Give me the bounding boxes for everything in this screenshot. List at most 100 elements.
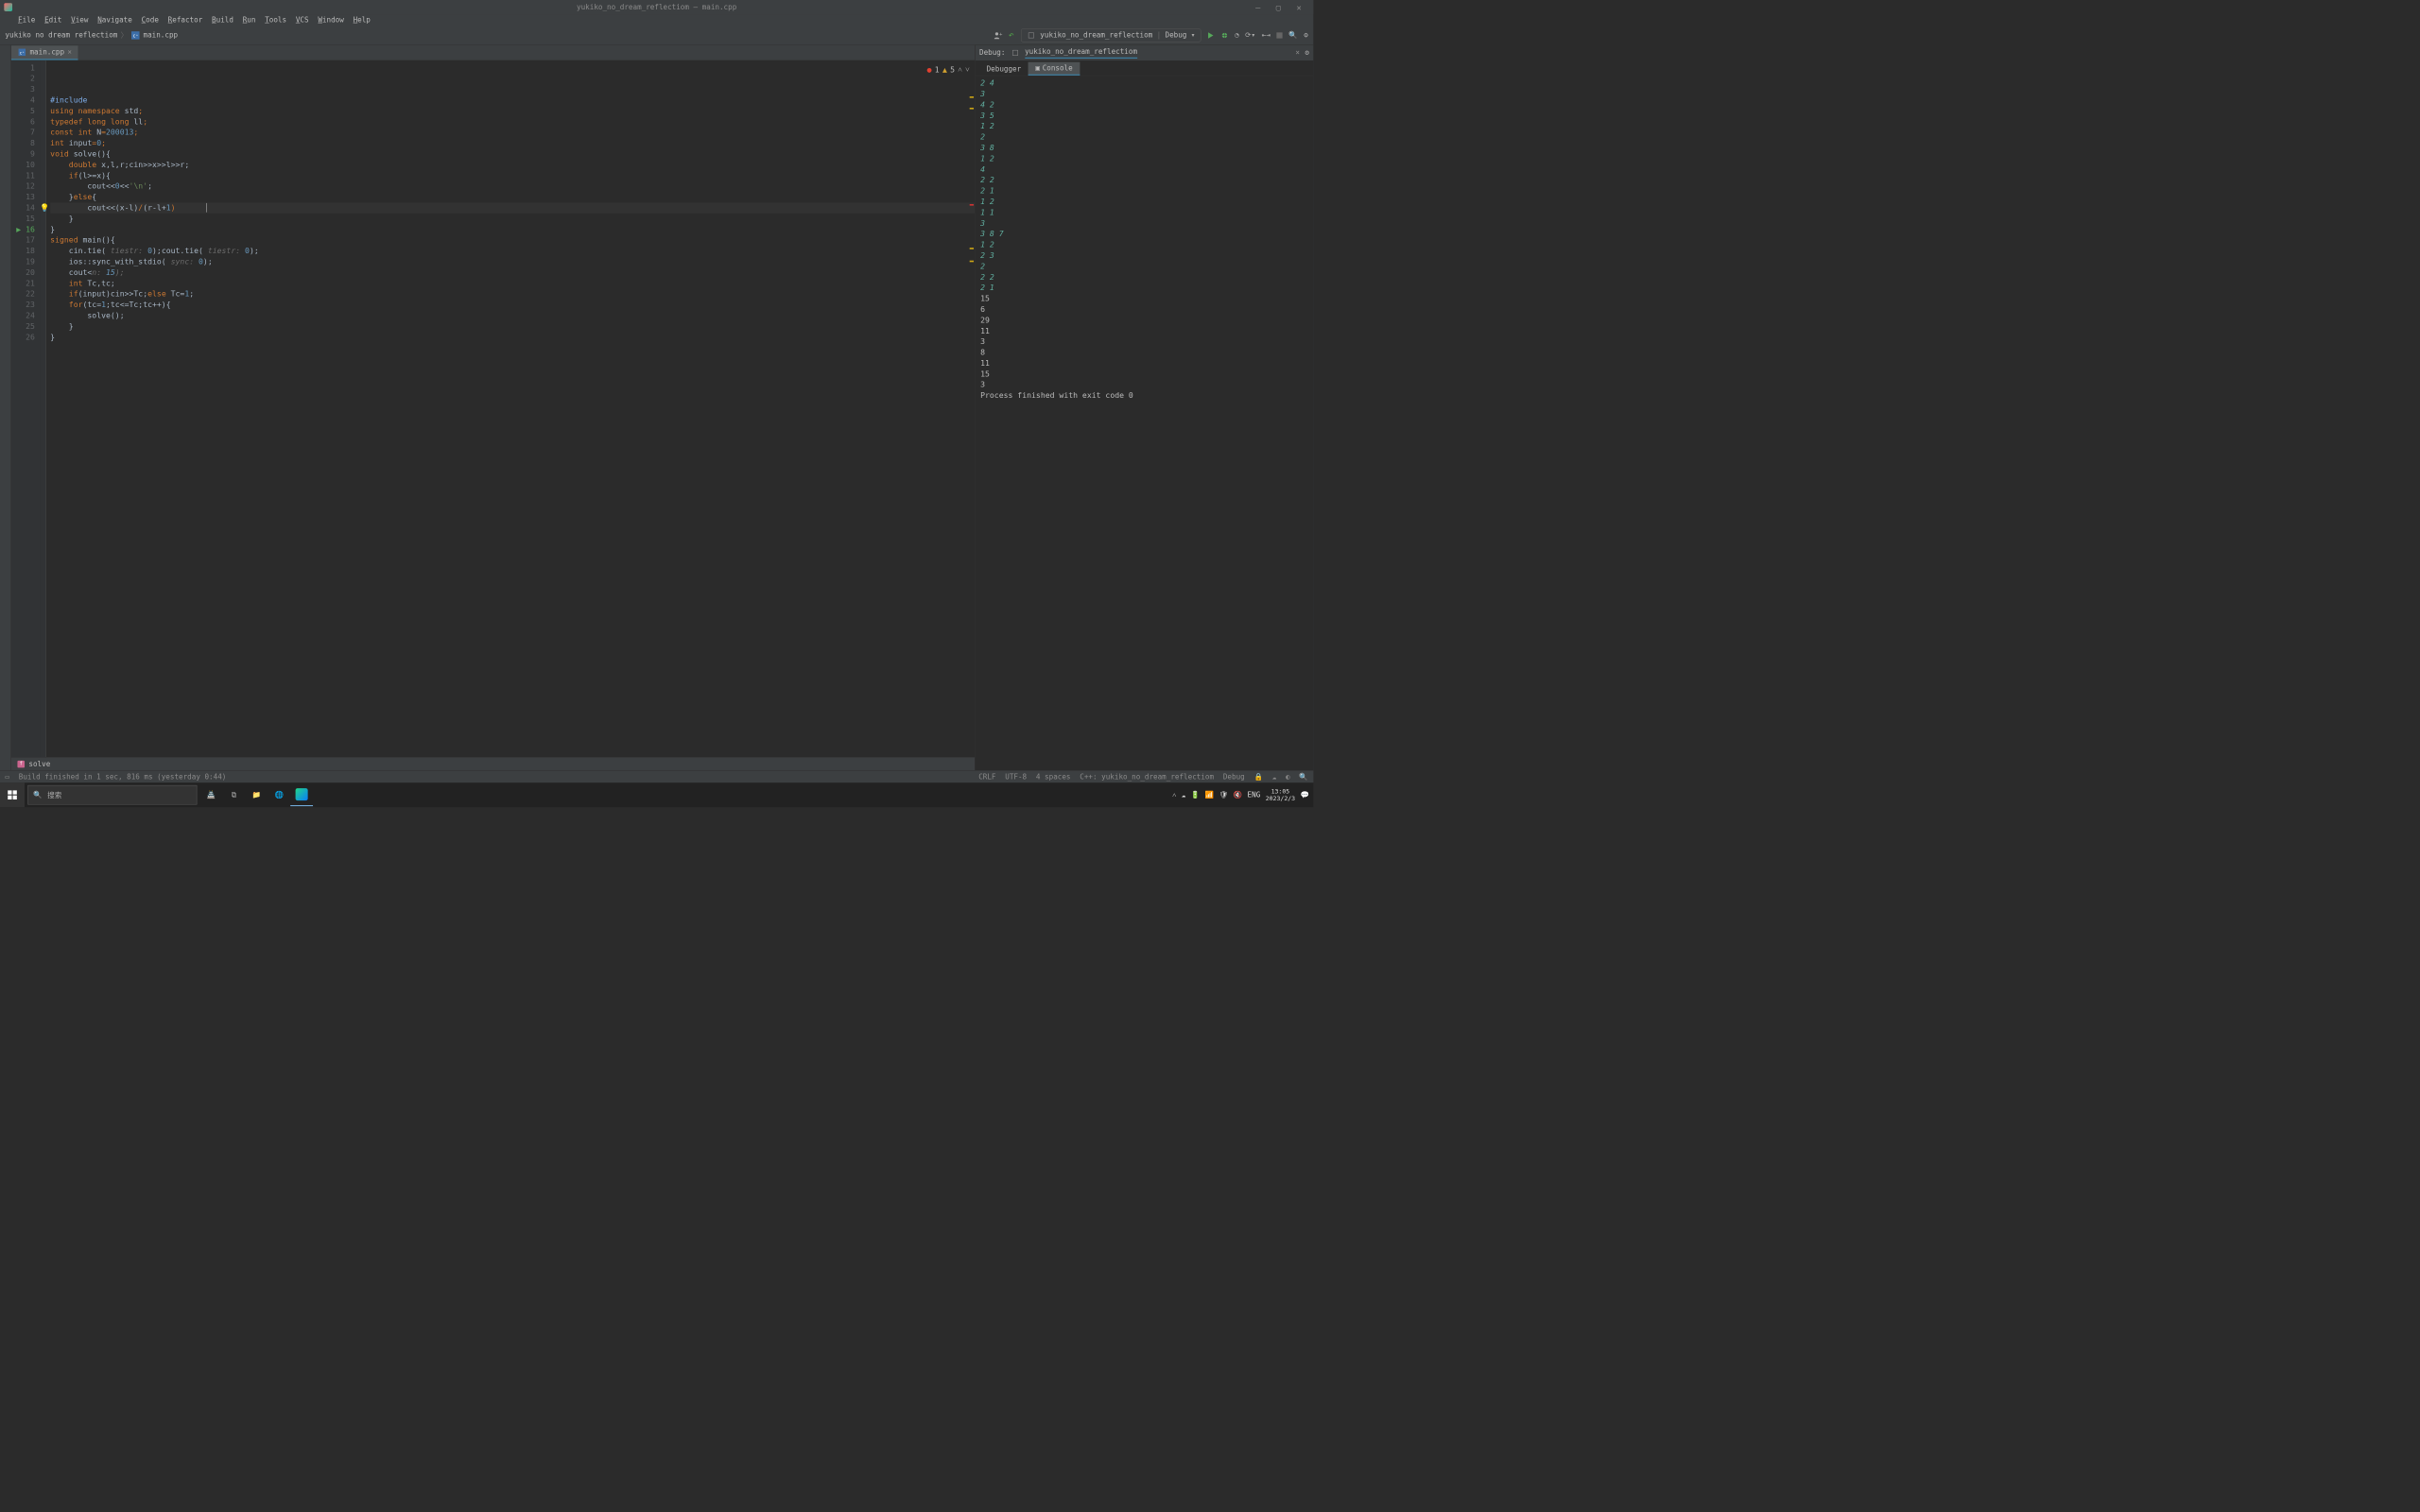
code-area[interactable]: ●1 ▲5 ˄ ˅ #includeusing namespace std;ty… [46,60,975,757]
code-line[interactable]: cin.tie( tiestr: 0);cout.tie( tiestr: 0)… [50,246,975,256]
status-mode[interactable]: Debug [1223,773,1245,782]
add-user-icon[interactable]: + [993,30,1002,40]
system-tray[interactable]: ˄ ☁ 🔋 📶 🛡 🔇 ENG 13:052023/2/3 💬 [1172,788,1313,802]
taskbar-task-view[interactable]: ⧉ [223,783,246,806]
status-context[interactable]: C++: yukiko_no_dream_reflectiom [1080,773,1214,782]
code-line[interactable]: int input=0; [50,138,975,148]
maximize-button[interactable]: ▢ [1269,2,1289,11]
menu-refactor[interactable]: Refactor [168,16,203,25]
code-line[interactable]: } [50,214,975,224]
notifications-icon[interactable]: 💬 [1301,791,1309,799]
lock-icon[interactable]: 🔒 [1253,773,1262,782]
debug-panel-target[interactable]: yukiko_no_dream_reflectiom [1025,47,1137,58]
taskbar-clock[interactable]: 13:052023/2/3 [1266,788,1295,802]
battery-icon[interactable]: 🔋 [1191,791,1200,799]
run-button[interactable] [1207,31,1215,39]
code-line[interactable]: const int N=200013; [50,128,975,138]
intention-bulb-icon[interactable]: 💡 [40,202,49,213]
menu-tools[interactable]: Tools [265,16,286,25]
start-button[interactable] [0,782,25,807]
volume-icon[interactable]: 🔇 [1234,791,1242,799]
stripe-marker[interactable] [970,204,974,206]
code-line[interactable]: solve(); [50,310,975,320]
code-line[interactable]: using namespace std; [50,106,975,116]
code-line[interactable]: void solve(){ [50,148,975,159]
zoom-icon[interactable]: 🔍 [1299,773,1307,782]
panel-settings-icon[interactable]: ⚙ [1305,49,1309,58]
code-line[interactable]: signed main(){ [50,235,975,246]
code-line[interactable]: }else{ [50,192,975,202]
taskbar-clion[interactable] [290,783,313,806]
menu-navigate[interactable]: Navigate [97,16,132,25]
status-encoding[interactable]: UTF-8 [1005,773,1027,782]
code-line[interactable]: } [50,321,975,332]
wifi-icon[interactable]: 📶 [1205,791,1214,799]
code-line[interactable]: if(l>=x){ [50,170,975,180]
prev-highlight-icon[interactable]: ˄ [958,64,962,75]
tab-console[interactable]: ▣Console [1028,62,1080,76]
minimize-button[interactable]: — [1248,2,1269,11]
menu-build[interactable]: Build [212,16,233,25]
tab-debugger[interactable]: Debugger [979,63,1028,76]
console-output[interactable]: 2 434 23 51 223 81 242 22 11 21 133 8 71… [976,76,1314,770]
status-eol[interactable]: CRLF [978,773,995,782]
code-line[interactable]: for(tc=1;tc<=Tc;tc++){ [50,300,975,310]
menu-file[interactable]: File [18,16,35,25]
chevron-down-icon[interactable]: ▾ [1191,31,1196,40]
stop-button[interactable] [1276,32,1283,39]
run-config-selector[interactable]: Debug [1166,31,1187,40]
tray-icon[interactable]: ☁ [1182,791,1186,799]
taskbar-search[interactable]: 🔍 搜索 [27,785,197,805]
menu-code[interactable]: Code [142,16,159,25]
menu-vcs[interactable]: VCS [296,16,309,25]
attach-icon[interactable]: ⇤⇥ [1262,31,1270,40]
code-editor[interactable]: 123456789101112131415▶ 16171819202122232… [11,60,975,757]
breadcrumb-project[interactable]: yukiko no dream reflectiom [5,31,117,40]
breadcrumb-file[interactable]: main.cpp [143,31,178,40]
error-stripe[interactable] [968,60,976,757]
tool-window-icon[interactable]: ▭ [5,773,9,782]
ime-lang[interactable]: ENG [1248,791,1261,799]
code-line[interactable]: } [50,332,975,342]
stripe-marker[interactable] [970,261,974,263]
menu-edit[interactable]: Edit [44,16,61,25]
code-line[interactable]: typedef long long ll; [50,116,975,127]
menu-help[interactable]: Help [354,16,371,25]
code-line[interactable]: double x,l,r;cin>>x>>l>>r; [50,160,975,170]
menu-window[interactable]: Window [318,16,343,25]
search-icon[interactable]: 🔍 [1288,31,1297,40]
menu-view[interactable]: View [71,16,88,25]
memory-icon[interactable]: ◐ [1286,773,1290,782]
debug-button[interactable] [1220,31,1229,40]
taskbar-edge[interactable]: 🌐 [268,783,290,806]
coverage-icon[interactable]: ◔ [1235,31,1239,40]
inspection-widget[interactable]: ●1 ▲5 ˄ ˅ [927,64,970,75]
run-target-selector[interactable]: yukiko_no_dream_reflectiom [1040,31,1152,40]
notifications-icon[interactable]: ☁ [1272,773,1277,782]
code-line[interactable]: ios::sync_with_stdio( sync: 0); [50,256,975,266]
code-line[interactable]: 💡 cout<<(x-l)/(r-l+1) [50,202,975,213]
structure-breadcrumb-item[interactable]: solve [28,760,50,768]
stripe-marker[interactable] [970,96,974,98]
back-icon[interactable]: ↶ [1009,29,1014,40]
code-line[interactable]: cout<<0<<'\n'; [50,181,975,192]
code-line[interactable]: cout<n: 15); [50,267,975,278]
profile-icon[interactable]: ⟳▾ [1245,31,1255,40]
stripe-marker[interactable] [970,248,974,249]
status-indent[interactable]: 4 spaces [1036,773,1071,782]
code-line[interactable]: int Tc,tc; [50,278,975,288]
security-icon[interactable]: 🛡 [1219,791,1229,799]
stripe-marker[interactable] [970,108,974,110]
close-panel-icon[interactable]: × [1295,49,1300,58]
taskbar-app-genshin[interactable]: 🏯 [200,783,223,806]
taskbar-explorer[interactable]: 📁 [245,783,268,806]
close-button[interactable]: ✕ [1288,2,1309,11]
code-line[interactable]: if(input)cin>>Tc;else Tc=1; [50,289,975,300]
code-line[interactable]: #include [50,94,975,105]
settings-icon[interactable]: ⚙ [1304,31,1308,40]
left-gutter-bar[interactable] [0,45,11,770]
code-line[interactable]: } [50,224,975,234]
menu-run[interactable]: Run [243,16,256,25]
editor-tab-main[interactable]: c⁺ main.cpp × [11,45,78,60]
close-tab-icon[interactable]: × [67,48,72,57]
